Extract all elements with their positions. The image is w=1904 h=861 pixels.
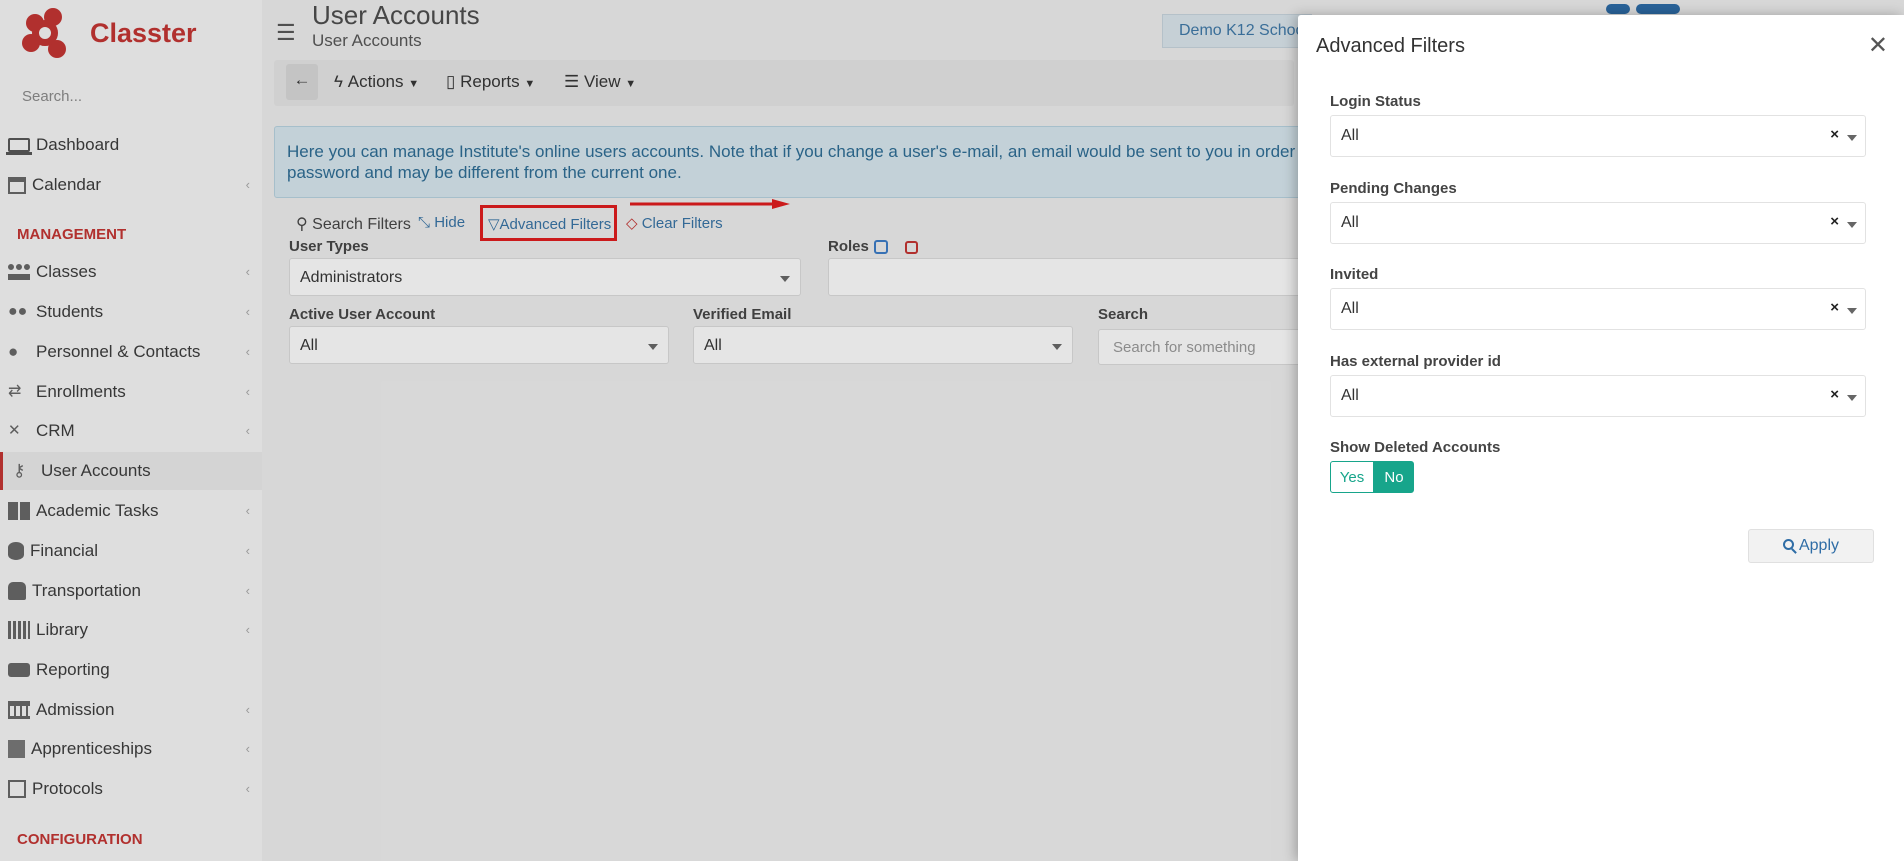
clear-selection-icon[interactable]: × — [1830, 213, 1839, 230]
show-deleted-toggle: Yes No — [1330, 461, 1414, 493]
external-provider-label: Has external provider id — [1330, 353, 1501, 370]
search-icon — [1782, 539, 1794, 550]
login-status-select[interactable]: All × — [1330, 115, 1866, 157]
panel-title: Advanced Filters — [1316, 35, 1465, 57]
show-deleted-label: Show Deleted Accounts — [1330, 439, 1501, 456]
pending-changes-label: Pending Changes — [1330, 180, 1457, 197]
caret-down-icon — [1847, 308, 1857, 314]
caret-down-icon — [1847, 395, 1857, 401]
clear-selection-icon[interactable]: × — [1830, 299, 1839, 316]
caret-down-icon — [1847, 135, 1857, 141]
toggle-no-button[interactable]: No — [1374, 461, 1414, 493]
invited-label: Invited — [1330, 266, 1379, 283]
advanced-filters-panel: Advanced Filters ✕ Login Status All × Pe… — [1298, 15, 1904, 861]
clear-selection-icon[interactable]: × — [1830, 126, 1839, 143]
pending-changes-select[interactable]: All × — [1330, 202, 1866, 244]
toggle-yes-button[interactable]: Yes — [1330, 461, 1374, 493]
login-status-label: Login Status — [1330, 93, 1421, 110]
close-icon[interactable]: ✕ — [1868, 31, 1888, 60]
external-provider-select[interactable]: All × — [1330, 375, 1866, 417]
apply-button[interactable]: Apply — [1748, 529, 1874, 563]
caret-down-icon — [1847, 222, 1857, 228]
invited-select[interactable]: All × — [1330, 288, 1866, 330]
clear-selection-icon[interactable]: × — [1830, 386, 1839, 403]
